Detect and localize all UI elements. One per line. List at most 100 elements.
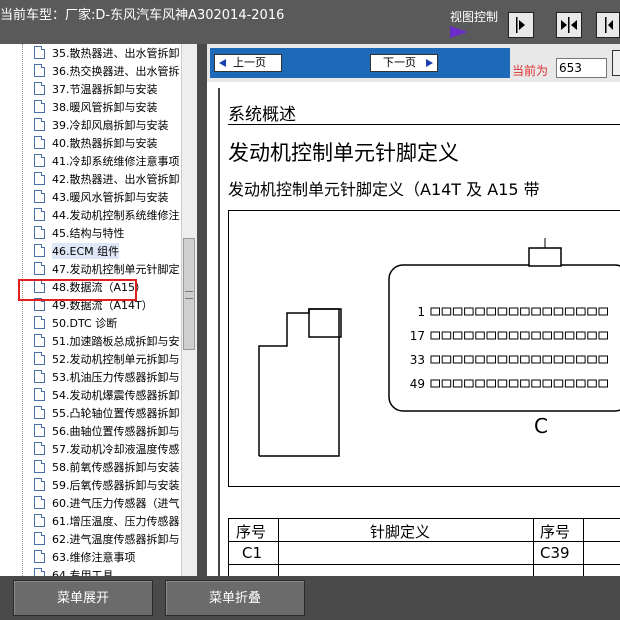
tree-item[interactable]: 60.进气压力传感器（进气 — [34, 494, 194, 512]
table-col-rule — [228, 518, 229, 576]
tree-item[interactable]: 40.散热器拆卸与安装 — [34, 134, 194, 152]
tree-item[interactable]: 52.发动机控制单元拆卸与 — [34, 350, 194, 368]
chapter-tree: 35.散热器进、出水管拆卸 36.热交换器进、出水管拆 37.节温器拆卸与安装 38.… — [0, 44, 197, 576]
tree-item-label: 38.暖风管拆卸与安装 — [52, 101, 158, 114]
tree-item-label: 56.曲轴位置传感器拆卸与 — [52, 425, 180, 438]
document-icon — [34, 478, 45, 491]
document-icon — [34, 100, 45, 113]
document-title: 发动机控制单元针脚定义 — [228, 141, 459, 165]
table-top-rule — [228, 518, 620, 519]
tree-item-label: 60.进气压力传感器（进气 — [52, 497, 180, 510]
pin-row-label: 17 — [410, 329, 425, 343]
tree-item-label: 45.结构与特性 — [52, 227, 125, 240]
section-divider — [228, 124, 620, 125]
current-page-input[interactable]: 653 — [556, 58, 607, 78]
tree-item[interactable]: 62.进气温度传感器拆卸与 — [34, 530, 194, 548]
pin-table: 序号 针脚定义 序号 C1 C39 — [228, 518, 620, 576]
next-page-button[interactable]: 下一页 — [370, 54, 438, 72]
tree-item-label: 64.专用工具 — [52, 569, 114, 576]
view-left-button[interactable] — [596, 12, 620, 38]
tree-item[interactable]: 44.发动机控制系统维修注 — [34, 206, 194, 224]
document-icon — [34, 496, 45, 509]
table-col-rule — [533, 518, 534, 576]
view-control-label: 视图控制 — [450, 10, 499, 24]
tree-item-label: 40.散热器拆卸与安装 — [52, 137, 158, 150]
tree-item-label: 46.ECM 组件 — [52, 243, 120, 259]
document-icon — [34, 262, 45, 275]
document-icon — [34, 190, 45, 203]
tree-item[interactable]: 45.结构与特性 — [34, 224, 194, 242]
tree-item-label: 58.前氧传感器拆卸与安装 — [52, 461, 180, 474]
table-row-rule — [228, 564, 620, 565]
menu-collapse-button[interactable]: 菜单折叠 — [165, 580, 305, 616]
scroll-grip — [185, 291, 193, 299]
tree-item-label: 43.暖风水管拆卸与安装 — [52, 191, 169, 204]
document-icon — [34, 316, 45, 329]
tree-item-label: 62.进气温度传感器拆卸与 — [52, 533, 180, 546]
document-icon — [34, 370, 45, 383]
table-cell: C39 — [540, 544, 570, 562]
document-icon — [34, 46, 45, 59]
tree-item[interactable]: 43.暖风水管拆卸与安装 — [34, 188, 194, 206]
next-page-label: 下一页 — [383, 56, 416, 69]
split-icon — [561, 17, 577, 33]
tree-item-label: 52.发动机控制单元拆卸与 — [52, 353, 180, 366]
tree-item[interactable]: 38.暖风管拆卸与安装 — [34, 98, 194, 116]
tree-item[interactable]: 58.前氧传感器拆卸与安装 — [34, 458, 194, 476]
tree-item[interactable]: 61.增压温度、压力传感器 — [34, 512, 194, 530]
prev-arrow-icon — [219, 59, 226, 67]
tree-item-label: 37.节温器拆卸与安装 — [52, 83, 158, 96]
tree-item[interactable]: 56.曲轴位置传感器拆卸与 — [34, 422, 194, 440]
tree-item-label: 50.DTC 诊断 — [52, 317, 118, 330]
tree-item[interactable]: 63.维修注意事项 — [34, 548, 194, 566]
document-icon — [34, 460, 45, 473]
tree-item[interactable]: 41.冷却系统维修注意事项 — [34, 152, 194, 170]
connector-drawing: 1 17 33 49 C — [258, 238, 620, 457]
tree-item[interactable]: 36.热交换器进、出水管拆 — [34, 62, 194, 80]
tree-item[interactable]: 37.节温器拆卸与安装 — [34, 80, 194, 98]
tree-item-label: 53.机油压力传感器拆卸与 — [52, 371, 180, 384]
go-page-button[interactable] — [612, 50, 620, 76]
document-icon — [34, 118, 45, 131]
document-icon — [34, 64, 45, 77]
pin-row-label: 1 — [417, 305, 425, 319]
prev-page-button[interactable]: 上一页 — [214, 54, 282, 72]
tree-item[interactable]: 39.冷却风扇拆卸与安装 — [34, 116, 194, 134]
menu-expand-button[interactable]: 菜单展开 — [13, 580, 153, 616]
document-icon — [34, 352, 45, 365]
table-header-cell: 针脚定义 — [370, 523, 431, 541]
connector-letter: C — [534, 414, 548, 438]
tree-item[interactable]: 46.ECM 组件 — [34, 242, 194, 260]
tree-item-label: 39.冷却风扇拆卸与安装 — [52, 119, 169, 132]
tree-item-label: 54.发动机爆震传感器拆卸 — [52, 389, 180, 402]
section-heading: 系统概述 — [228, 105, 296, 125]
document-icon — [34, 208, 45, 221]
prev-page-label: 上一页 — [233, 56, 266, 69]
tree-item-label: 51.加速踏板总成拆卸与安 — [52, 335, 180, 348]
document-icon — [34, 154, 45, 167]
tree-item[interactable]: 50.DTC 诊断 — [34, 314, 194, 332]
tree-item[interactable]: 53.机油压力传感器拆卸与 — [34, 368, 194, 386]
tree-item[interactable]: 51.加速踏板总成拆卸与安 — [34, 332, 194, 350]
document-icon — [34, 514, 45, 527]
document-icon — [34, 136, 45, 149]
table-header-cell: 序号 — [540, 523, 571, 541]
document-icon — [34, 172, 45, 185]
tree-item-label: 63.维修注意事项 — [52, 551, 136, 564]
tree-item[interactable]: 57.发动机冷却液温度传感 — [34, 440, 194, 458]
tree-item[interactable]: 64.专用工具 — [34, 566, 194, 576]
pin-row-label: 49 — [410, 377, 425, 391]
document-icon — [34, 424, 45, 437]
table-col-rule — [583, 518, 584, 576]
tree-item-label: 36.热交换器进、出水管拆 — [52, 65, 180, 78]
tree-item[interactable]: 42.散热器进、出水管拆卸 — [34, 170, 194, 188]
pin-row-label: 33 — [410, 353, 425, 367]
tree-item[interactable]: 47.发动机控制单元针脚定 — [34, 260, 194, 278]
view-split-button[interactable] — [556, 12, 582, 38]
tree-item[interactable]: 55.凸轮轴位置传感器拆卸 — [34, 404, 194, 422]
view-right-button[interactable] — [508, 12, 534, 38]
tree-item[interactable]: 54.发动机爆震传感器拆卸 — [34, 386, 194, 404]
document-icon — [34, 532, 45, 545]
tree-item[interactable]: 59.后氧传感器拆卸与安装 — [34, 476, 194, 494]
tree-item[interactable]: 35.散热器进、出水管拆卸 — [34, 44, 194, 62]
